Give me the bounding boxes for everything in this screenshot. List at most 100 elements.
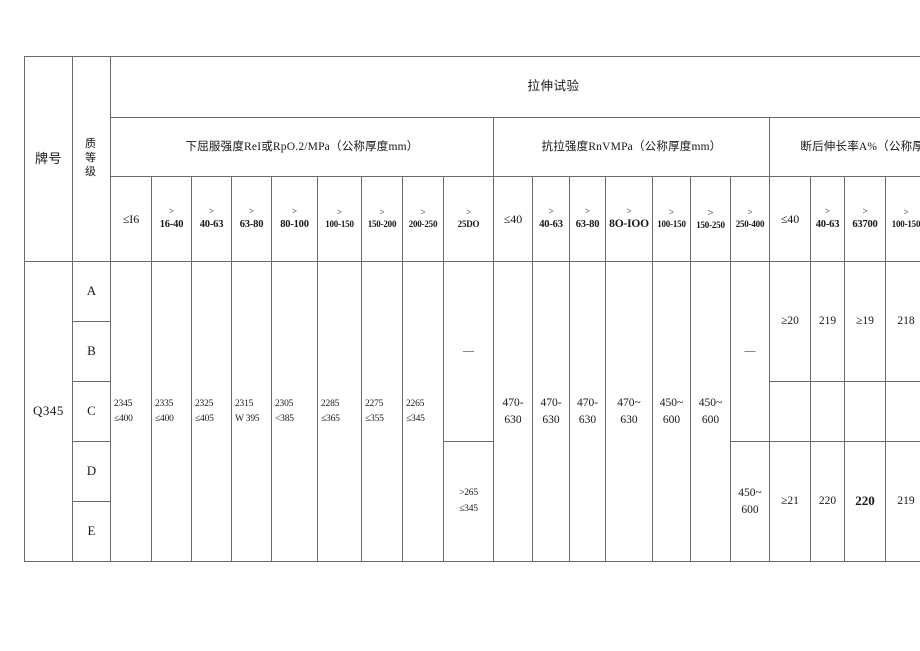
value-line-2: ≤400 (114, 413, 133, 424)
gt-sign: > (336, 207, 343, 218)
cell-tensile-5: 450~ 600 (690, 261, 731, 562)
cell-yield-2: 2325 ≤405 (191, 261, 232, 562)
range-text: 16-40 (159, 219, 184, 231)
gt-sign: > (824, 206, 831, 217)
header-yield-col-8: > 25DO (443, 176, 494, 262)
value-line-2: 630 (504, 413, 522, 426)
value-line-1: 2305 (275, 398, 294, 409)
cell-yield-3: 2315 W 395 (231, 261, 272, 562)
value-line-1: 470- (540, 397, 562, 410)
header-elongation-col-2: > 63700 (844, 176, 886, 262)
value-line-2: <385 (275, 413, 294, 424)
table-row: Q345 A 2345 ≤400 2335 ≤400 2325 ≤405 231… (24, 261, 920, 562)
cell-elongation-mid-1 (810, 381, 845, 442)
header-yield-col-5: > 100-150 (317, 176, 362, 262)
range-text: 63-80 (575, 219, 600, 231)
header-tensile-col-1: > 40-63 (532, 176, 570, 262)
value-line-2: 630 (542, 413, 560, 426)
value-line-1: 2345 (114, 398, 133, 409)
range-text: 250-400 (735, 219, 765, 229)
header-row-main: 牌号 质 等 级 拉伸试验 (24, 56, 920, 262)
gt-sign: > (668, 207, 675, 218)
cell-yield-0: 2345 ≤400 (110, 261, 152, 562)
header-tensile-col-0: ≤40 (493, 176, 533, 262)
header-elongation-col-3: > 100-150 (885, 176, 920, 262)
gt-sign: > (584, 206, 591, 217)
gt-sign: > (208, 206, 215, 217)
cell-elongation-top-0: ≥20 (769, 261, 811, 382)
value-line-2: ≤345 (406, 413, 425, 424)
gt-sign: > (465, 207, 472, 218)
value-line-1: 2285 (321, 398, 340, 409)
value-line-1: 470- (576, 397, 599, 410)
cell-elongation-top-2: ≥19 (844, 261, 886, 382)
value-line-2: W 395 (235, 413, 260, 424)
range-text: 40-63 (199, 219, 224, 231)
cell-yield-6: 2275 ≤355 (361, 261, 403, 562)
cell-tensile-6-dash: — (730, 261, 770, 442)
range-text: 40-63 (539, 219, 563, 231)
tensile-test-spec-table: 牌号 质 等 级 拉伸试验 下屈服强度ReI或RpO.2/MPa（公称厚度mm）… (24, 56, 920, 562)
header-yield-col-2: > 40-63 (191, 176, 232, 262)
cell-grade-a: A (72, 261, 111, 322)
gt-sign: > (291, 206, 298, 217)
cell-brand-q345: Q345 (24, 261, 73, 562)
value-line-1: >265 (459, 488, 478, 499)
cell-elongation-top-1: 219 (810, 261, 845, 382)
value-line-1: 2325 (195, 398, 214, 409)
value-line-2: ≤365 (321, 413, 340, 424)
range-text: 100-150 (657, 219, 686, 229)
value-line-1: 2265 (406, 398, 425, 409)
quality-char-3: 级 (85, 165, 98, 178)
cell-yield-8-dash: — (443, 261, 494, 442)
cell-elongation-mid-3 (885, 381, 920, 442)
header-tensile-col-2: > 63-80 (569, 176, 606, 262)
cell-tensile-1: 470- 630 (532, 261, 570, 562)
header-row-thickness: ≤I6 > 16-40 > 40-63 > 63-80 > 80-100 > 1… (25, 176, 920, 262)
gt-sign: > (379, 207, 385, 218)
cell-tensile-4: 450~ 600 (652, 261, 691, 562)
gt-sign: > (903, 207, 909, 218)
header-yield-col-4: > 80-100 (271, 176, 318, 262)
cell-elongation-bottom-3: 219 (885, 441, 920, 562)
range-text: 63700 (852, 219, 878, 231)
gt-sign: > (248, 206, 255, 217)
cell-grade-e: E (72, 501, 111, 562)
value-line-2: 600 (741, 503, 759, 516)
header-group-elongation: 断后伸长率A%（公称厚度mm） (768, 117, 920, 177)
range-text: 63-80 (239, 219, 264, 231)
cell-elongation-top-3: 218 (885, 261, 920, 382)
cell-tensile-3: 470~ 630 (605, 261, 653, 562)
value-line-1: 470~ (617, 397, 641, 410)
header-tensile-col-3: > 8O-IOO (605, 176, 653, 262)
gt-sign: > (420, 207, 426, 218)
gt-sign: > (626, 205, 632, 216)
value-line-1: 450~ (698, 397, 723, 410)
header-group-yield-strength: 下屈服强度ReI或RpO.2/MPa（公称厚度mm） (110, 117, 494, 177)
value-line-1: 470- (502, 397, 524, 410)
value-line-1: 2315 (235, 398, 254, 409)
range-text: 100-150 (325, 219, 354, 229)
gt-sign: > (707, 207, 714, 219)
cell-elongation-mid-0 (769, 381, 811, 442)
cell-elongation-bottom-0: ≥21 (769, 441, 811, 562)
quality-char-1: 质 (85, 138, 98, 151)
cell-elongation-mid-2 (844, 381, 886, 442)
cell-tensile-6-value: 450~ 600 (730, 441, 770, 562)
value-line-2: 630 (620, 413, 638, 426)
header-yield-col-1: > 16-40 (151, 176, 192, 262)
range-text: 25DO (457, 219, 480, 229)
document-page: 牌号 质 等 级 拉伸试验 下屈服强度ReI或RpO.2/MPa（公称厚度mm）… (0, 0, 920, 651)
range-text: 40-63 (815, 219, 840, 231)
range-text: 100-150 (891, 219, 920, 229)
header-tensile-test: 拉伸试验 (109, 56, 920, 118)
header-elongation-col-0: ≤40 (769, 176, 811, 262)
cell-tensile-2: 470- 630 (569, 261, 606, 562)
gt-sign: > (747, 207, 753, 218)
value-line-1: 450~ (738, 487, 762, 500)
cell-yield-5: 2285 ≤365 (317, 261, 362, 562)
cell-yield-4: 2305 <385 (271, 261, 318, 562)
header-cell-quality: 质 等 级 (72, 56, 111, 262)
quality-char-2: 等 (85, 152, 98, 165)
value-line-1: 450~ (659, 397, 684, 410)
